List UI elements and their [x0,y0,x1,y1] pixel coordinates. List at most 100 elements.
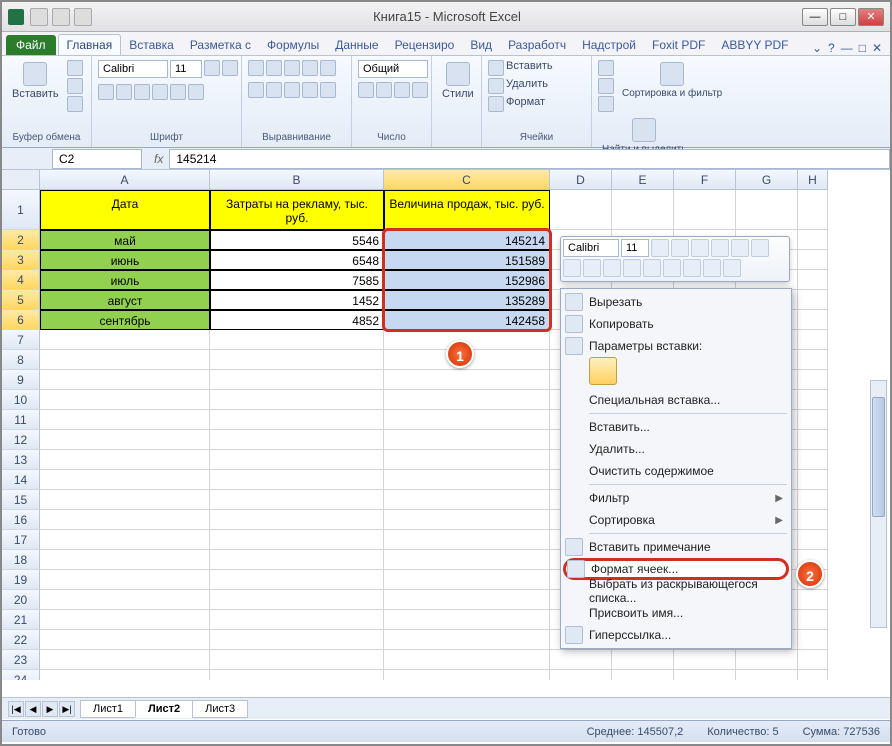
cell-B13[interactable] [210,450,384,470]
currency-icon[interactable] [358,82,374,98]
cut-icon[interactable] [67,60,83,76]
row-header-7[interactable]: 7 [2,330,40,350]
cell-B15[interactable] [210,490,384,510]
cell-B23[interactable] [210,650,384,670]
ctx-filter[interactable]: Фильтр▶ [561,487,791,509]
maximize-button[interactable]: □ [830,8,856,26]
font-name-select[interactable] [98,60,168,78]
align-middle-icon[interactable] [266,60,282,76]
cell-B1[interactable]: Затраты на рекламу, тыс. руб. [210,190,384,230]
cell-A6[interactable]: сентябрь [40,310,210,330]
bold-icon[interactable] [98,84,114,100]
cell-H10[interactable] [798,390,828,410]
select-all-corner[interactable] [2,170,40,190]
mini-italic-icon[interactable] [583,259,601,277]
cell-H21[interactable] [798,610,828,630]
cell-B18[interactable] [210,550,384,570]
cell-F24[interactable] [674,670,736,680]
merge-icon[interactable] [320,82,336,98]
row-header-8[interactable]: 8 [2,350,40,370]
doc-min-icon[interactable]: — [841,41,853,55]
mini-font-select[interactable] [563,239,619,257]
row-header-17[interactable]: 17 [2,530,40,550]
cell-A7[interactable] [40,330,210,350]
mini-bold-icon[interactable] [563,259,581,277]
font-size-select[interactable] [170,60,202,78]
ctx-define-name[interactable]: Присвоить имя... [561,602,791,624]
format-painter-icon[interactable] [67,96,83,112]
row-header-9[interactable]: 9 [2,370,40,390]
tab-review[interactable]: Рецензиро [387,35,463,55]
tab-insert[interactable]: Вставка [121,35,182,55]
italic-icon[interactable] [116,84,132,100]
cell-C5[interactable]: 135289 [384,290,550,310]
cell-D24[interactable] [550,670,612,680]
doc-restore-icon[interactable]: □ [859,41,866,55]
sort-filter-button[interactable]: Сортировка и фильтр [618,60,726,101]
undo-icon[interactable] [52,8,70,26]
cell-H6[interactable] [798,310,828,330]
formula-input[interactable]: 145214 [169,149,890,169]
number-format-select[interactable] [358,60,428,78]
col-header-B[interactable]: B [210,170,384,190]
ctx-insert-comment[interactable]: Вставить примечание [561,536,791,558]
row-header-5[interactable]: 5 [2,290,40,310]
sheet-tab-1[interactable]: Лист1 [80,700,136,718]
paste-button[interactable]: Вставить [8,60,63,102]
cell-H13[interactable] [798,450,828,470]
cell-H2[interactable] [798,230,828,250]
shrink-font-icon[interactable] [222,60,238,76]
cell-C21[interactable] [384,610,550,630]
tab-abbyy[interactable]: ABBYY PDF [713,35,796,55]
mini-dec-dec-icon[interactable] [703,259,721,277]
percent-icon[interactable] [376,82,392,98]
cell-A11[interactable] [40,410,210,430]
row-header-3[interactable]: 3 [2,250,40,270]
file-tab[interactable]: Файл [6,35,56,55]
cell-A14[interactable] [40,470,210,490]
cell-A15[interactable] [40,490,210,510]
cell-A24[interactable] [40,670,210,680]
cell-B3[interactable]: 6548 [210,250,384,270]
cell-B14[interactable] [210,470,384,490]
cell-B22[interactable] [210,630,384,650]
cell-G1[interactable] [736,190,798,230]
ctx-sort[interactable]: Сортировка▶ [561,509,791,531]
cell-B6[interactable]: 4852 [210,310,384,330]
row-header-4[interactable]: 4 [2,270,40,290]
cell-A1[interactable]: Дата [40,190,210,230]
cell-B10[interactable] [210,390,384,410]
col-header-F[interactable]: F [674,170,736,190]
row-header-19[interactable]: 19 [2,570,40,590]
grow-font-icon[interactable] [204,60,220,76]
tab-nav-prev[interactable]: ◀ [25,701,41,717]
cell-B17[interactable] [210,530,384,550]
cell-H8[interactable] [798,350,828,370]
fill-color-icon[interactable] [170,84,186,100]
mini-font-color-icon[interactable] [643,259,661,277]
minimize-ribbon-icon[interactable]: ⌄ [812,41,822,55]
save-icon[interactable] [30,8,48,26]
cell-C13[interactable] [384,450,550,470]
cell-F1[interactable] [674,190,736,230]
cell-H11[interactable] [798,410,828,430]
cell-C6[interactable]: 142458 [384,310,550,330]
indent-dec-icon[interactable] [302,82,318,98]
cell-A9[interactable] [40,370,210,390]
cell-B7[interactable] [210,330,384,350]
cell-H9[interactable] [798,370,828,390]
mini-border-icon[interactable] [603,259,621,277]
row-header-10[interactable]: 10 [2,390,40,410]
cell-A8[interactable] [40,350,210,370]
cell-C15[interactable] [384,490,550,510]
sheet-tab-3[interactable]: Лист3 [192,700,248,718]
tab-formulas[interactable]: Формулы [259,35,327,55]
cell-A21[interactable] [40,610,210,630]
cell-E24[interactable] [612,670,674,680]
align-right-icon[interactable] [284,82,300,98]
clear-icon[interactable] [598,96,614,112]
name-box[interactable]: C2 [52,149,142,169]
row-header-2[interactable]: 2 [2,230,40,250]
tab-nav-next[interactable]: ▶ [42,701,58,717]
close-button[interactable]: ✕ [858,8,884,26]
